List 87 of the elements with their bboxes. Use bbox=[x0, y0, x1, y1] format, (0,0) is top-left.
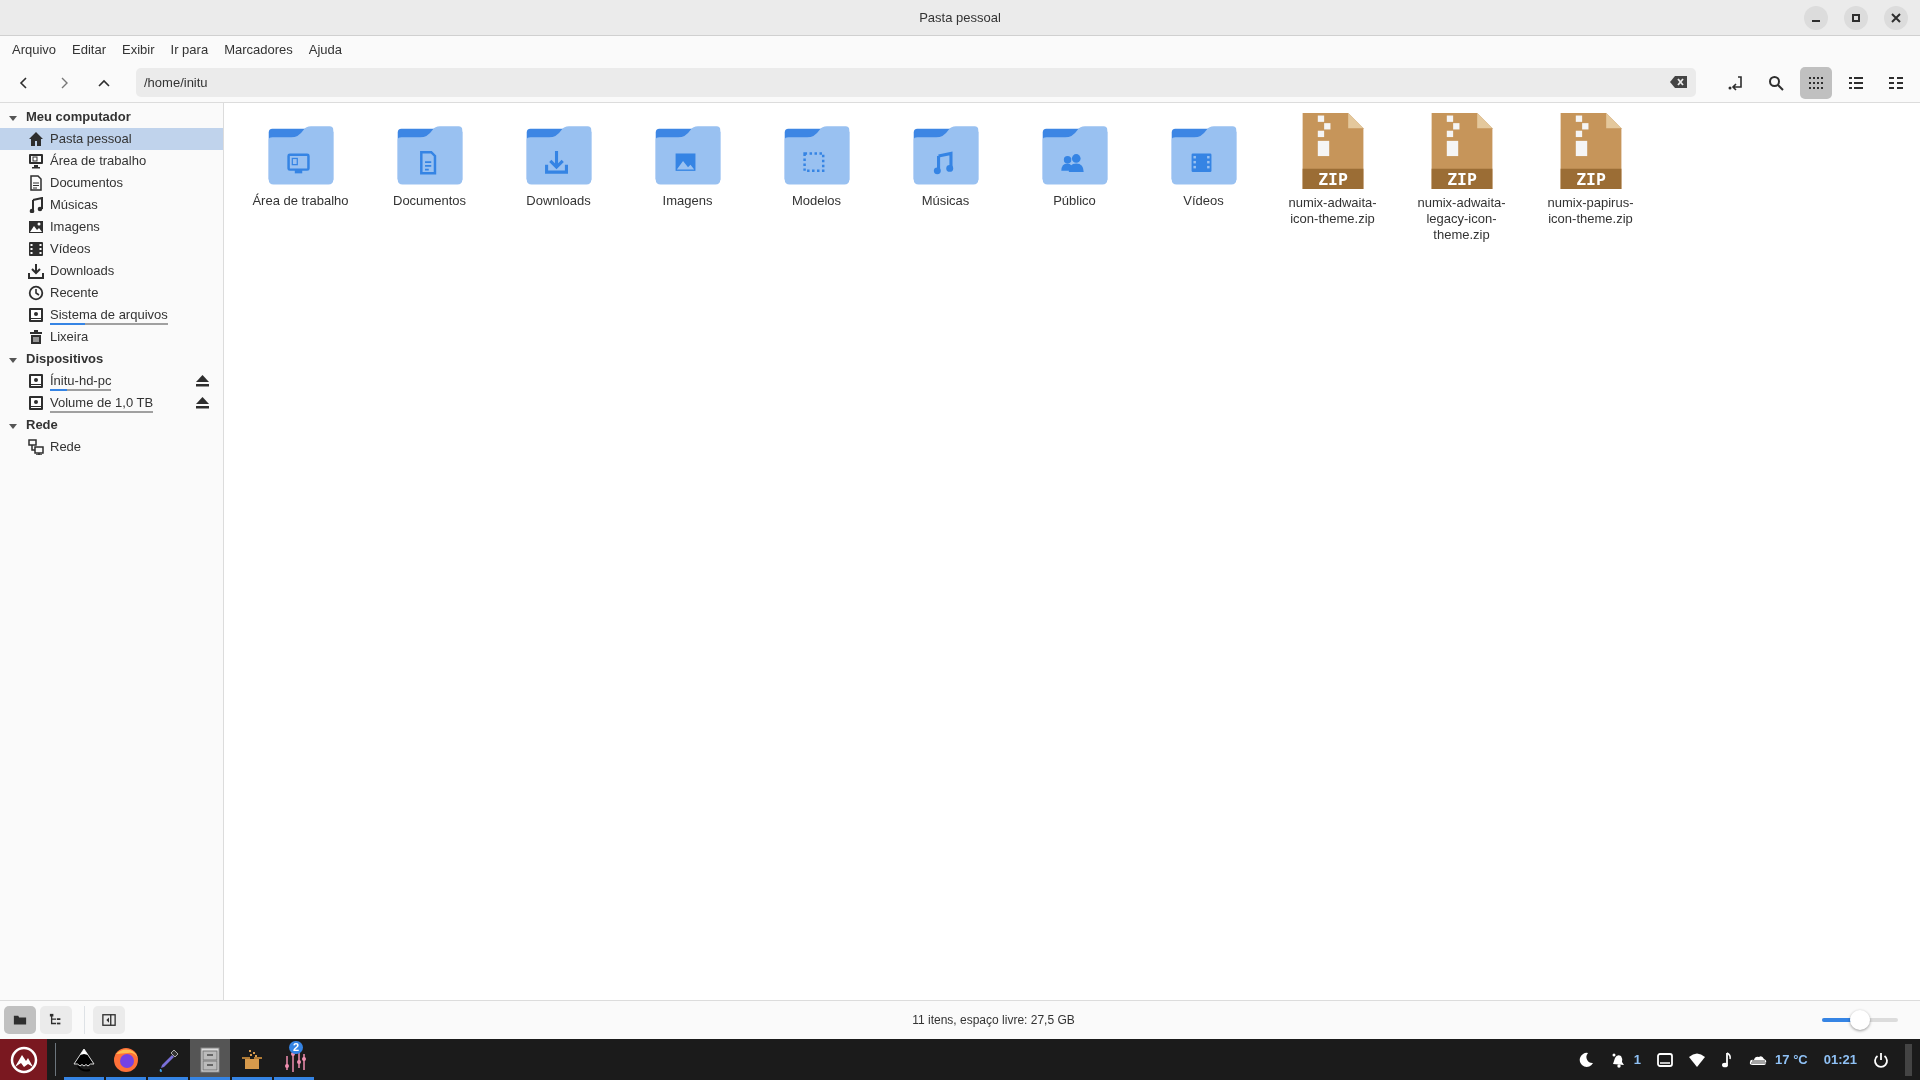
return-arrow-icon bbox=[1728, 74, 1744, 91]
wifi-icon bbox=[1689, 1051, 1706, 1068]
place-item[interactable]: Documentos bbox=[50, 173, 123, 193]
image-icon bbox=[28, 219, 44, 235]
eject-icon bbox=[196, 397, 209, 409]
mountain-logo-icon bbox=[8, 1044, 39, 1075]
globe-icon bbox=[112, 1045, 140, 1074]
list-icon bbox=[1848, 74, 1864, 91]
file-name[interactable]: numix-adwaita-icon-theme.zip bbox=[1277, 195, 1388, 227]
home-icon bbox=[28, 131, 44, 147]
menu-item[interactable]: Exibir bbox=[114, 38, 163, 61]
panel-toggle-icon bbox=[102, 1013, 116, 1027]
taskbar-app-button[interactable]: 2 bbox=[274, 1039, 314, 1080]
power-icon bbox=[1873, 1051, 1889, 1068]
menu-item[interactable]: Ajuda bbox=[300, 38, 351, 61]
place-item[interactable]: Recente bbox=[50, 283, 99, 303]
temperature-text: 17 °C bbox=[1775, 1050, 1808, 1069]
drive-icon bbox=[28, 307, 44, 323]
place-item[interactable]: Downloads bbox=[50, 261, 115, 281]
folder-icon bbox=[13, 1013, 27, 1027]
menu-item[interactable]: Ir para bbox=[162, 38, 217, 61]
start-menu-button[interactable] bbox=[0, 1039, 47, 1080]
search-icon bbox=[1768, 74, 1784, 91]
maximize-icon bbox=[1851, 13, 1861, 23]
section-header: Rede bbox=[26, 416, 58, 435]
window-title: Pasta pessoal bbox=[919, 8, 1001, 27]
place-item[interactable]: Área de trabalho bbox=[50, 151, 147, 171]
network-icon bbox=[28, 439, 44, 455]
place-item[interactable]: Rede bbox=[50, 437, 82, 457]
menu-item[interactable]: Editar bbox=[64, 38, 115, 61]
place-item[interactable]: Volume de 1,0 TB bbox=[50, 395, 154, 411]
file-name[interactable]: Vídeos bbox=[1148, 193, 1259, 209]
clear-icon bbox=[1670, 75, 1688, 89]
monitor-icon bbox=[28, 153, 44, 169]
status-text: 11 itens, espaço livre: 27,5 GB bbox=[911, 1012, 1076, 1029]
drive-icon bbox=[28, 395, 44, 411]
file-name[interactable]: Público bbox=[1019, 193, 1130, 209]
eject-button[interactable] bbox=[196, 375, 209, 387]
file-name[interactable]: numix-adwaita-legacy-icon-theme.zip bbox=[1406, 195, 1517, 243]
place-item[interactable]: Ínitu-hd-pc bbox=[50, 373, 112, 389]
power-button[interactable] bbox=[1873, 1051, 1889, 1068]
notification-count: 1 bbox=[1633, 1050, 1642, 1069]
download-icon bbox=[28, 263, 44, 279]
section-header: Dispositivos bbox=[26, 350, 104, 369]
eject-icon bbox=[196, 375, 209, 387]
menu-item[interactable]: Marcadores bbox=[216, 38, 301, 61]
eject-button[interactable] bbox=[196, 397, 209, 409]
file-name[interactable]: Documentos bbox=[374, 193, 485, 209]
drive-icon bbox=[28, 373, 44, 389]
music-note-icon bbox=[1721, 1051, 1734, 1068]
display-icon bbox=[1657, 1051, 1674, 1068]
trash-icon bbox=[28, 329, 44, 345]
place-item[interactable]: Vídeos bbox=[50, 239, 91, 259]
maximize-button[interactable] bbox=[1844, 6, 1868, 30]
file-name[interactable]: Imagens bbox=[632, 193, 743, 209]
clock-text: 01:21 bbox=[1823, 1050, 1857, 1069]
film-icon bbox=[28, 241, 44, 257]
location-field[interactable]: /home/initu bbox=[136, 68, 1696, 97]
close-icon bbox=[1891, 13, 1901, 23]
minimize-button[interactable] bbox=[1804, 6, 1828, 30]
file-name[interactable]: Área de trabalho bbox=[245, 193, 356, 209]
document-icon bbox=[28, 175, 44, 191]
minimize-icon bbox=[1812, 20, 1820, 22]
notification-badge: 2 bbox=[288, 1041, 303, 1054]
place-item[interactable]: Lixeira bbox=[50, 327, 89, 347]
icon-grid-icon bbox=[1808, 74, 1824, 91]
compact-list-icon bbox=[1888, 74, 1904, 91]
menu-item[interactable]: Arquivo bbox=[4, 38, 65, 61]
tree-icon bbox=[49, 1013, 63, 1027]
file-name[interactable]: numix-papirus-icon-theme.zip bbox=[1535, 195, 1646, 227]
side-pane-mode-button[interactable] bbox=[4, 1006, 36, 1034]
sidebar-toggle-button[interactable] bbox=[93, 1006, 125, 1034]
file-name[interactable]: Músicas bbox=[890, 193, 1001, 209]
clock-icon bbox=[28, 285, 44, 301]
music-note-icon bbox=[28, 197, 44, 213]
place-item[interactable]: Sistema de arquivos bbox=[50, 307, 168, 323]
clear-button[interactable] bbox=[1670, 75, 1688, 89]
side-pane-mode-button[interactable] bbox=[40, 1006, 72, 1034]
section-header: Meu computador bbox=[26, 108, 131, 127]
place-item[interactable]: Músicas bbox=[50, 195, 98, 215]
slider-thumb[interactable] bbox=[1850, 1010, 1870, 1030]
view-mode-button[interactable] bbox=[1800, 66, 1832, 99]
place-item[interactable]: Imagens bbox=[50, 217, 100, 237]
file-name[interactable]: Modelos bbox=[761, 193, 872, 209]
file-name[interactable]: Downloads bbox=[503, 193, 614, 209]
moon-icon bbox=[1577, 1051, 1594, 1068]
close-button[interactable] bbox=[1884, 6, 1908, 30]
